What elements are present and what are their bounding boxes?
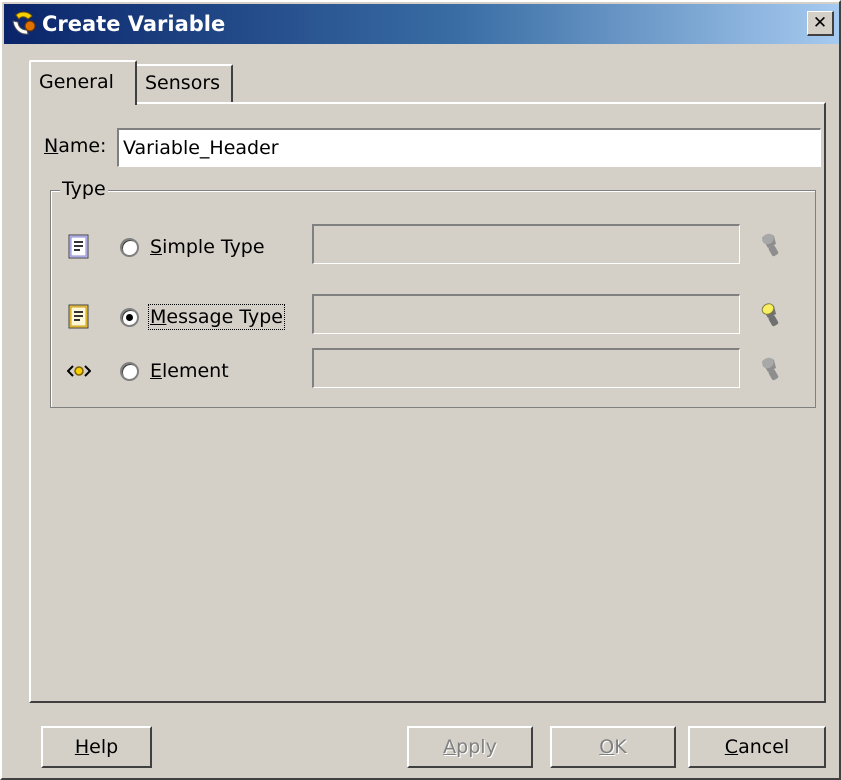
message-type-radio[interactable] (120, 308, 139, 327)
message-type-label[interactable]: Message Type (148, 304, 285, 330)
element-row: Element (50, 348, 816, 396)
element-radio[interactable] (120, 362, 139, 381)
create-variable-dialog: Create Variable ✕ General Sensors Name: … (0, 0, 841, 780)
type-group-legend: Type (60, 178, 108, 200)
simple-type-row: Simple Type (50, 224, 816, 272)
element-field[interactable] (312, 348, 740, 388)
simple-type-label[interactable]: Simple Type (150, 236, 265, 258)
type-group: Type Simple Type Message Type Element (50, 178, 816, 408)
tab-general-label: General (39, 71, 114, 93)
simple-type-field[interactable] (312, 224, 740, 264)
simple-type-icon (68, 234, 89, 259)
radio-selected-dot (126, 314, 133, 321)
name-label: Name: (44, 135, 107, 157)
cancel-button[interactable]: Cancel (688, 726, 826, 768)
message-type-row: Message Type (50, 294, 816, 342)
tab-sensors[interactable]: Sensors (135, 64, 233, 102)
message-type-icon (68, 304, 89, 329)
app-icon (12, 11, 36, 35)
window-title: Create Variable (42, 12, 226, 36)
element-label[interactable]: Element (150, 360, 229, 382)
simple-type-radio[interactable] (120, 238, 139, 257)
flashlight-icon[interactable] (758, 356, 782, 384)
close-button[interactable]: ✕ (807, 11, 834, 36)
tab-general[interactable]: General (29, 60, 137, 105)
message-type-field[interactable] (312, 294, 740, 334)
close-icon: ✕ (812, 12, 828, 33)
name-input[interactable] (117, 128, 821, 167)
element-icon (67, 365, 91, 377)
flashlight-icon[interactable] (758, 302, 782, 330)
apply-button[interactable]: Apply (407, 726, 533, 768)
ok-button[interactable]: OK (550, 726, 676, 768)
general-tab-panel: Name: Type Simple Type (29, 102, 826, 703)
title-bar[interactable]: Create Variable ✕ (4, 4, 839, 44)
help-button[interactable]: Help (41, 726, 152, 768)
flashlight-icon[interactable] (758, 232, 782, 260)
tab-sensors-label: Sensors (145, 72, 221, 94)
